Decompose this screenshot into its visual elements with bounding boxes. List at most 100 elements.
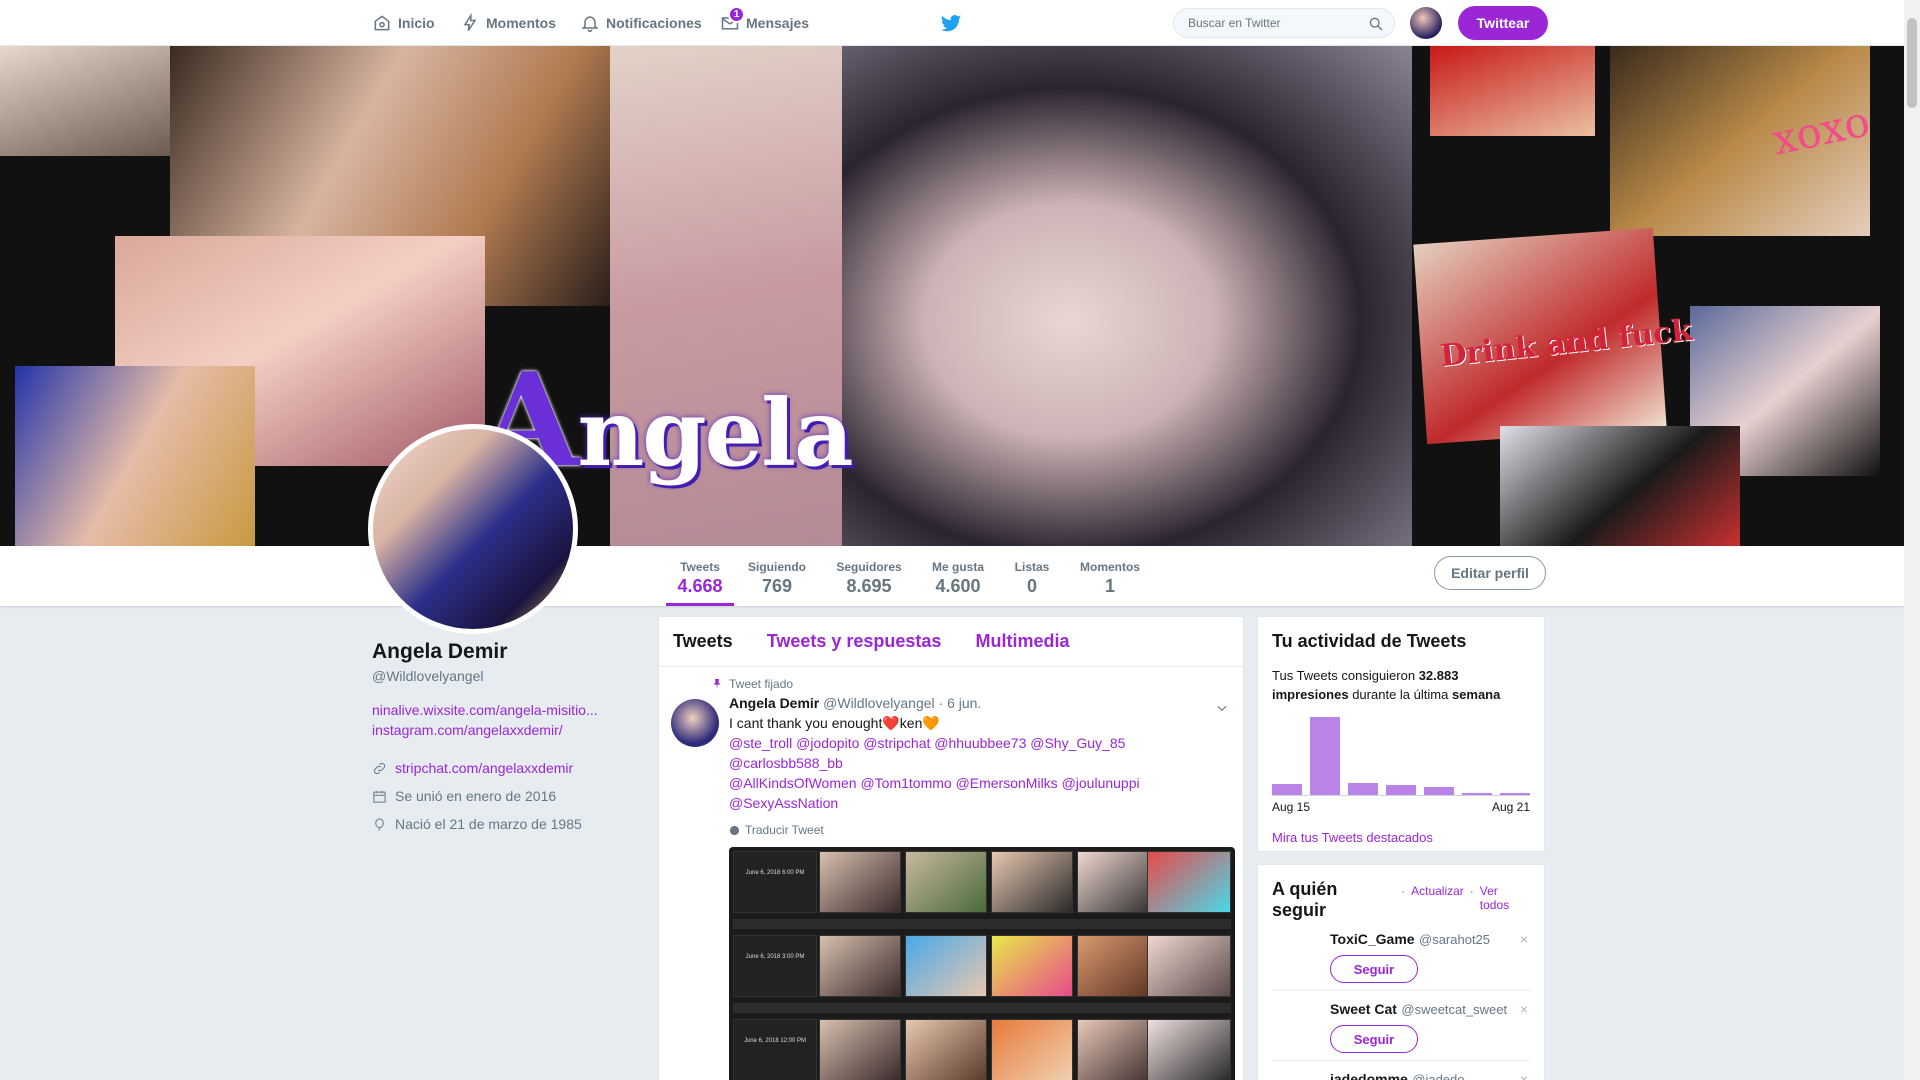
pinned-tweet[interactable]: Tweet fijado Angela Demir @Wildlovelyang…: [659, 667, 1243, 1080]
profile-handle[interactable]: @Wildlovelyangel: [372, 668, 632, 684]
top-tweets-link[interactable]: Mira tus Tweets destacados: [1272, 830, 1530, 845]
follow-button[interactable]: Seguir: [1330, 955, 1418, 983]
activity-bar[interactable]: [1310, 717, 1340, 795]
who-to-follow-title: A quién seguir: [1272, 879, 1338, 920]
tweet-date[interactable]: · 6 jun.: [939, 695, 982, 711]
suggestion-name-line: ToxiC_Game @sarahot25: [1330, 931, 1491, 947]
suggestion-item: jadedomme @jadedo... ×: [1272, 1061, 1530, 1080]
tweet-button[interactable]: Twittear: [1458, 6, 1548, 40]
edit-profile-button[interactable]: Editar perfil: [1434, 556, 1546, 590]
stat-following[interactable]: Siguiendo 769: [746, 546, 808, 606]
translate-tweet[interactable]: Traducir Tweet: [729, 823, 1229, 837]
media-row: June 6, 2018 12:00 PM: [733, 1019, 1231, 1080]
activity-bar[interactable]: [1272, 784, 1302, 795]
nav-home[interactable]: Inicio: [372, 0, 435, 46]
profile-banner[interactable]: Angela xoxo Drink and fuck: [0, 46, 1904, 546]
tweet-mentions[interactable]: @ste_troll @jodopito @stripchat @hhuubbe…: [729, 733, 1229, 813]
axis-start-label: Aug 15: [1272, 800, 1311, 814]
profile-website: stripchat.com/angelaxxdemir: [372, 754, 632, 782]
nav-notifications-label: Notificaciones: [606, 15, 702, 31]
scrollbar-thumb[interactable]: [1907, 18, 1917, 108]
link-icon: [373, 762, 386, 774]
timeline-tabs: Tweets Tweets y respuestas Multimedia: [659, 617, 1243, 667]
stat-tweets[interactable]: Tweets 4.668: [666, 546, 734, 606]
suggestion-name-line: Sweet Cat @sweetcat_sweet: [1330, 1001, 1508, 1017]
dismiss-icon[interactable]: ×: [1520, 931, 1528, 947]
nav-moments[interactable]: Momentos: [460, 0, 556, 46]
banner-photo: [1430, 46, 1595, 136]
nav-notifications[interactable]: Notificaciones: [580, 0, 702, 46]
who-to-follow-card: A quién seguir · Actualizar · Ver todos …: [1257, 864, 1545, 1080]
profile-sidebar: Angela Demir @Wildlovelyangel ninalive.w…: [372, 640, 632, 838]
profile-birthday: Nació el 21 de marzo de 1985: [372, 810, 632, 838]
activity-bar[interactable]: [1424, 787, 1454, 795]
profile-stats-bar: Tweets 4.668 Siguiendo 769 Seguidores 8.…: [0, 546, 1904, 606]
twitter-bird-icon[interactable]: [940, 12, 962, 34]
dismiss-icon[interactable]: ×: [1520, 1001, 1528, 1017]
activity-summary: Tus Tweets consiguieron 32.883 impresione…: [1272, 668, 1501, 702]
tweet-text: I cant thank you enought❤️ken🧡: [729, 715, 940, 731]
tab-media[interactable]: Multimedia: [975, 631, 1069, 652]
heart-emoji: ❤️: [882, 715, 900, 731]
profile-name[interactable]: Angela Demir: [372, 640, 632, 664]
nav-messages-label: Mensajes: [746, 15, 810, 31]
tweet-author-name[interactable]: Angela Demir: [729, 695, 819, 711]
top-navigation: Inicio Momentos Notificaciones 1 Mensaje…: [0, 0, 1904, 46]
profile-joined: Se unió en enero de 2016: [372, 782, 632, 810]
stat-lists[interactable]: Listas 0: [1012, 546, 1052, 606]
follow-button[interactable]: Seguir: [1330, 1025, 1418, 1053]
stat-likes[interactable]: Me gusta 4.600: [928, 546, 988, 606]
home-icon: [374, 15, 390, 31]
refresh-link[interactable]: Actualizar: [1411, 884, 1464, 898]
lightning-icon: [463, 13, 477, 31]
profile-avatar[interactable]: [368, 424, 578, 634]
search-input[interactable]: [1174, 9, 1354, 37]
banner-photo: [15, 366, 255, 546]
media-row: June 6, 2018 6:00 PM: [733, 851, 1231, 917]
suggestion-item: Sweet Cat @sweetcat_sweet Seguir ×: [1272, 991, 1530, 1061]
tab-tweets-replies[interactable]: Tweets y respuestas: [767, 631, 942, 652]
globe-icon: [729, 825, 740, 835]
bell-icon: [581, 16, 599, 33]
tweet-author-avatar[interactable]: [671, 699, 719, 747]
activity-bar[interactable]: [1462, 793, 1492, 795]
suggestion-item: ToxiC_Game @sarahot25 Seguir ×: [1272, 921, 1530, 991]
activity-title: Tu actividad de Tweets: [1272, 631, 1467, 651]
calendar-icon: [373, 790, 386, 803]
dismiss-icon[interactable]: ×: [1520, 1071, 1528, 1080]
tweet-header: Angela Demir @Wildlovelyangel · 6 jun.: [729, 695, 1229, 711]
activity-bar[interactable]: [1386, 784, 1416, 795]
stat-followers[interactable]: Seguidores 8.695: [833, 546, 905, 606]
activity-bar[interactable]: [1500, 793, 1530, 795]
suggestion-name-line: jadedomme @jadedo...: [1330, 1071, 1476, 1080]
banner-photo: [0, 46, 170, 156]
orange-heart-emoji: 🧡: [922, 715, 940, 731]
account-avatar[interactable]: [1410, 7, 1442, 39]
activity-bar[interactable]: [1348, 782, 1378, 795]
nav-messages[interactable]: 1 Mensajes: [720, 0, 809, 46]
banner-photo: [1500, 426, 1740, 546]
bio-link-instagram[interactable]: instagram.com/angelaxxdemir/: [372, 720, 632, 740]
nav-home-label: Inicio: [398, 15, 435, 31]
stat-moments[interactable]: Momentos 1: [1076, 546, 1144, 606]
profile-website-link[interactable]: stripchat.com/angelaxxdemir: [395, 760, 573, 776]
search-box: [1173, 8, 1395, 38]
page-scrollbar[interactable]: [1904, 0, 1920, 1080]
nav-moments-label: Momentos: [486, 15, 556, 31]
timeline: Tweets Tweets y respuestas Multimedia Tw…: [658, 616, 1244, 1080]
profile-meta: stripchat.com/angelaxxdemir Se unió en e…: [372, 754, 632, 838]
tweet-author-handle[interactable]: @Wildlovelyangel: [823, 695, 934, 711]
profile-bio: ninalive.wixsite.com/angela-misitio... i…: [372, 700, 632, 740]
activity-axis: Aug 15 Aug 21: [1272, 800, 1530, 814]
pin-icon: [713, 679, 721, 689]
bio-link-wixsite[interactable]: ninalive.wixsite.com/angela-misitio...: [372, 700, 632, 720]
tweet-media-image[interactable]: June 6, 2018 6:00 PM June 6, 2018 3:00 P…: [729, 847, 1235, 1080]
tweet-activity-card: Tu actividad de Tweets Tus Tweets consig…: [1257, 616, 1545, 852]
tab-tweets[interactable]: Tweets: [673, 631, 733, 652]
banner-photo: [842, 46, 1412, 546]
messages-badge: 1: [728, 6, 745, 23]
activity-bar-chart[interactable]: [1272, 714, 1530, 796]
search-icon[interactable]: [1368, 16, 1384, 32]
chevron-down-icon[interactable]: [1215, 701, 1229, 715]
view-all-link[interactable]: Ver todos: [1480, 884, 1530, 912]
